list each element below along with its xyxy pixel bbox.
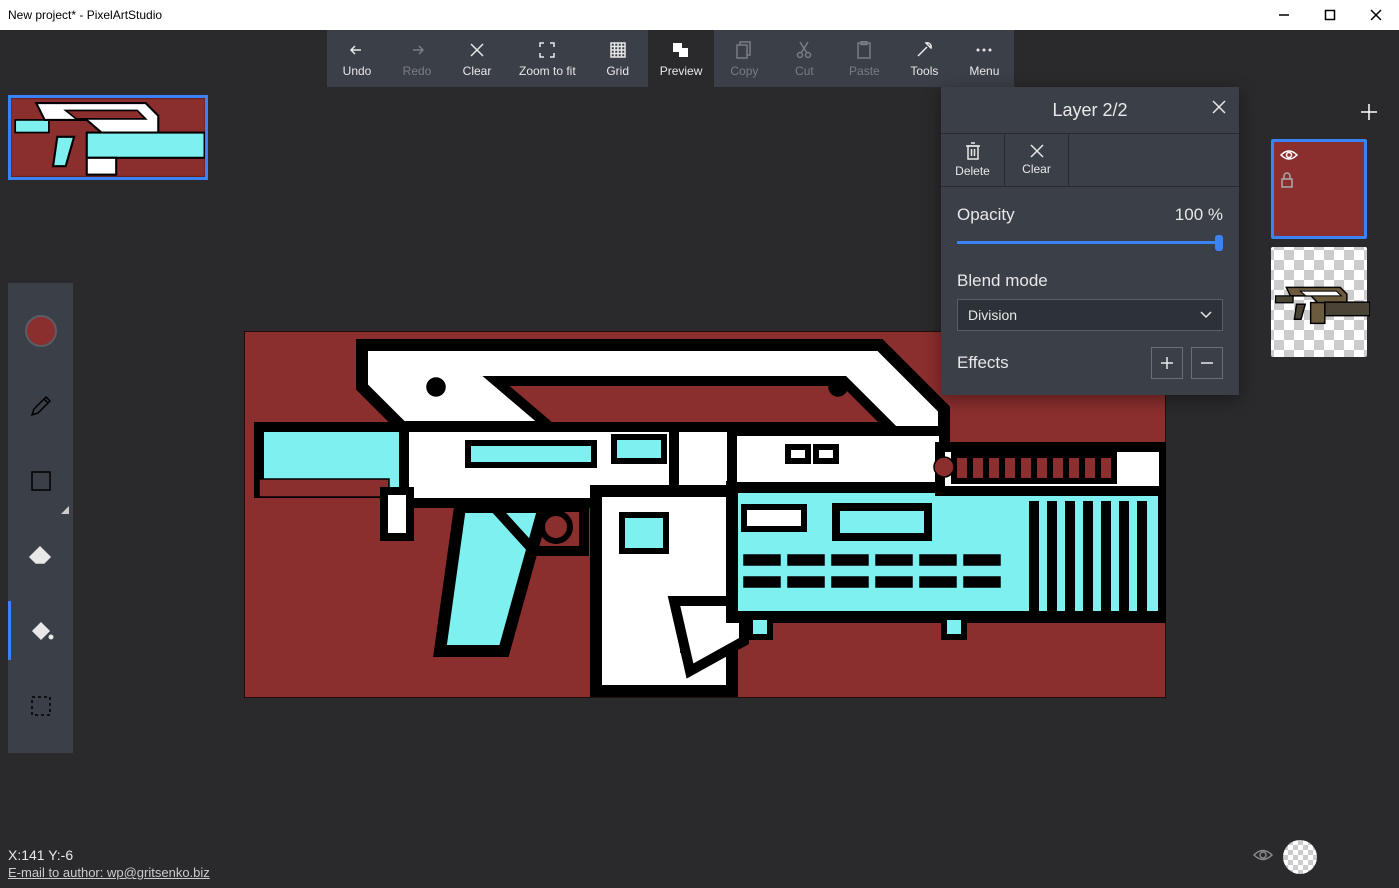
cut-icon — [794, 40, 814, 60]
current-color-swatch — [25, 315, 57, 347]
preview-button[interactable]: Preview — [648, 30, 715, 87]
paste-label: Paste — [849, 64, 880, 78]
menu-icon — [974, 40, 994, 60]
blend-mode-label: Blend mode — [957, 271, 1048, 291]
menu-label: Menu — [969, 64, 999, 78]
cut-label: Cut — [795, 64, 814, 78]
status-bar: X:141 Y:-6 E-mail to author: wp@gritsenk… — [8, 847, 210, 880]
zoom-to-fit-button[interactable]: Zoom to fit — [507, 30, 588, 87]
lock-icon[interactable] — [1280, 172, 1294, 193]
redo-icon — [407, 40, 427, 60]
fill-icon — [27, 619, 55, 643]
x-icon — [1030, 144, 1044, 158]
layers-footer — [1245, 832, 1393, 882]
menu-button[interactable]: Menu — [954, 30, 1014, 87]
layer-thumbnail-1[interactable] — [1271, 247, 1367, 357]
layer-panel-title: Layer 2/2 — [1052, 100, 1127, 121]
opacity-value: 100 % — [1175, 205, 1223, 225]
clear-layer-button[interactable]: Clear — [1005, 134, 1069, 186]
remove-effect-button[interactable] — [1191, 347, 1223, 379]
zoom-fit-label: Zoom to fit — [519, 64, 576, 78]
copy-button[interactable]: Copy — [714, 30, 774, 87]
close-button[interactable] — [1353, 0, 1399, 30]
undo-button[interactable]: Undo — [327, 30, 387, 87]
zoom-fit-icon — [537, 40, 557, 60]
background-swatch[interactable] — [1283, 840, 1317, 874]
color-tool[interactable] — [8, 293, 73, 368]
grid-label: Grid — [606, 64, 629, 78]
layers-panel — [1239, 87, 1399, 888]
window-buttons — [1261, 0, 1399, 30]
clear-button[interactable]: Clear — [447, 30, 507, 87]
undo-icon — [347, 40, 367, 60]
layer-panel-close-button[interactable] — [1211, 99, 1227, 120]
main-toolbar: Undo Redo Clear Zoom to fit Grid Preview — [327, 30, 1014, 87]
opacity-label: Opacity — [957, 205, 1015, 225]
selection-icon — [29, 694, 53, 718]
paste-icon — [854, 40, 874, 60]
layer-thumbnail-2[interactable] — [1271, 139, 1367, 239]
blend-mode-dropdown[interactable]: Division — [957, 299, 1223, 331]
redo-button[interactable]: Redo — [387, 30, 447, 87]
delete-label: Delete — [955, 164, 990, 178]
slider-thumb[interactable] — [1215, 235, 1223, 251]
blend-mode-value: Division — [968, 307, 1017, 323]
gun-thumb-art — [11, 98, 205, 177]
layer-panel-actions: Delete Clear — [941, 133, 1239, 187]
maximize-button[interactable] — [1307, 0, 1353, 30]
visibility-icon[interactable] — [1280, 148, 1298, 166]
opacity-slider[interactable] — [957, 233, 1223, 253]
pencil-tool[interactable] — [8, 368, 73, 443]
clear-label: Clear — [463, 64, 492, 78]
preview-icon — [671, 40, 691, 60]
app-body: Undo Redo Clear Zoom to fit Grid Preview — [0, 30, 1399, 888]
window-title: New project* - PixelArtStudio — [8, 8, 1261, 22]
navigator-thumbnail[interactable] — [8, 95, 208, 180]
tools-button[interactable]: Tools — [894, 30, 954, 87]
author-email-link[interactable]: E-mail to author: wp@gritsenko.biz — [8, 865, 210, 880]
redo-label: Redo — [403, 64, 432, 78]
copy-icon — [734, 40, 754, 60]
title-bar: New project* - PixelArtStudio — [0, 0, 1399, 30]
preview-label: Preview — [660, 64, 703, 78]
cut-button[interactable]: Cut — [774, 30, 834, 87]
plus-icon — [1359, 102, 1379, 122]
undo-label: Undo — [343, 64, 372, 78]
rectangle-icon — [29, 469, 53, 493]
effects-label: Effects — [957, 353, 1009, 373]
gun-layer1-art — [1274, 250, 1370, 360]
copy-label: Copy — [730, 64, 758, 78]
clear-layer-label: Clear — [1022, 162, 1051, 176]
delete-layer-button[interactable]: Delete — [941, 134, 1005, 186]
eraser-icon — [28, 545, 54, 567]
tools-icon — [914, 40, 934, 60]
minimize-button[interactable] — [1261, 0, 1307, 30]
expand-indicator-icon — [61, 506, 69, 514]
clear-icon — [467, 40, 487, 60]
trash-icon — [965, 142, 981, 160]
tools-label: Tools — [910, 64, 938, 78]
layer-properties-panel: Layer 2/2 Delete Clear Opacity 100 % — [941, 87, 1239, 395]
add-effect-button[interactable] — [1151, 347, 1183, 379]
eraser-tool[interactable] — [8, 518, 73, 593]
rectangle-tool[interactable] — [8, 443, 73, 518]
paste-button[interactable]: Paste — [834, 30, 894, 87]
grid-button[interactable]: Grid — [588, 30, 648, 87]
pencil-icon — [28, 393, 54, 419]
chevron-down-icon — [1200, 311, 1212, 319]
toolbar-row: Undo Redo Clear Zoom to fit Grid Preview — [0, 30, 1399, 87]
selection-tool[interactable] — [8, 668, 73, 743]
fill-tool[interactable] — [8, 593, 73, 668]
grid-icon — [608, 40, 628, 60]
all-visibility-icon[interactable] — [1253, 848, 1273, 867]
tool-panel — [8, 283, 73, 753]
cursor-coordinates: X:141 Y:-6 — [8, 847, 73, 863]
layer-panel-header: Layer 2/2 — [941, 87, 1239, 133]
add-layer-button[interactable] — [1245, 93, 1393, 131]
